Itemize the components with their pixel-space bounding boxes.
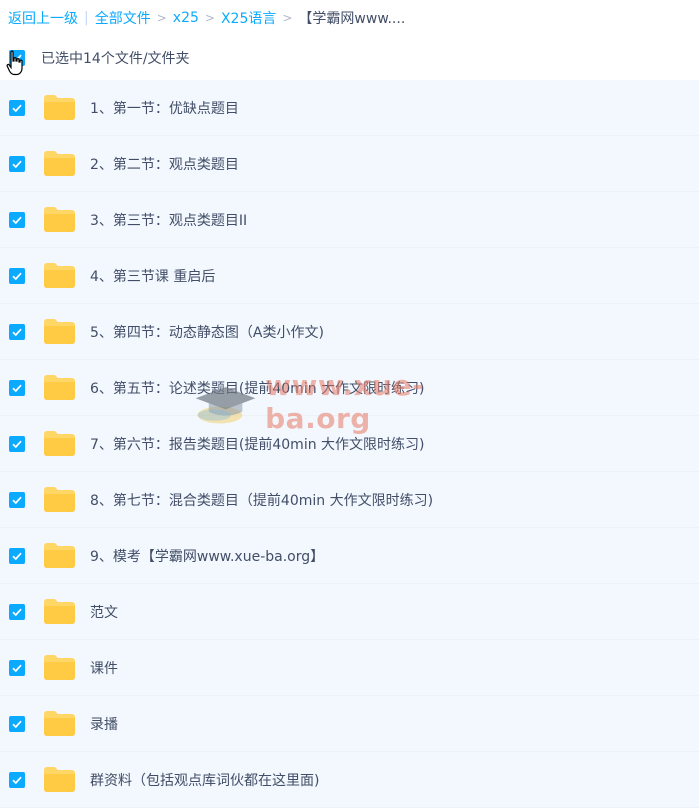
- file-row[interactable]: 6、第五节：论述类题目(提前40min 大作文限时练习): [0, 360, 699, 416]
- all-files-link[interactable]: 全部文件: [95, 8, 151, 28]
- folder-icon: [44, 95, 75, 120]
- file-row[interactable]: 2、第二节：观点类题目: [0, 136, 699, 192]
- file-name[interactable]: 范文: [90, 602, 118, 622]
- folder-icon: [44, 375, 75, 400]
- folder-icon: [44, 263, 75, 288]
- file-row[interactable]: 5、第四节：动态静态图（A类小作文): [0, 304, 699, 360]
- folder-icon: [44, 711, 75, 736]
- folder-icon: [44, 543, 75, 568]
- file-row[interactable]: 8、第七节：混合类题目（提前40min 大作文限时练习): [0, 472, 699, 528]
- file-row[interactable]: 4、第三节课 重启后: [0, 248, 699, 304]
- folder-icon: [44, 207, 75, 232]
- breadcrumb-item-x25[interactable]: x25: [173, 10, 199, 26]
- file-name[interactable]: 1、第一节：优缺点题目: [90, 98, 239, 118]
- file-row[interactable]: 7、第六节：报告类题目(提前40min 大作文限时练习): [0, 416, 699, 472]
- back-link[interactable]: 返回上一级: [8, 8, 78, 28]
- file-name[interactable]: 录播: [90, 714, 118, 734]
- folder-icon: [44, 319, 75, 344]
- file-list: 1、第一节：优缺点题目 2、第二节：观点类题目 3、第三节：观点类题目II 4、第三节…: [0, 80, 699, 808]
- chevron-right-icon: >: [156, 11, 167, 25]
- breadcrumb: 返回上一级 | 全部文件 > x25 > X25语言 > 【学霸网www....: [0, 0, 699, 36]
- check-icon: [12, 384, 22, 393]
- hand-cursor-icon: [6, 50, 23, 76]
- breadcrumb-separator: |: [84, 10, 89, 26]
- file-name[interactable]: 9、模考【学霸网www.xue-ba.org】: [90, 546, 324, 566]
- check-icon: [12, 104, 22, 113]
- file-name[interactable]: 6、第五节：论述类题目(提前40min 大作文限时练习): [90, 378, 425, 398]
- row-checkbox[interactable]: [9, 100, 25, 116]
- file-row[interactable]: 范文: [0, 584, 699, 640]
- breadcrumb-current: 【学霸网www....: [298, 11, 406, 27]
- check-icon: [12, 664, 22, 673]
- row-checkbox[interactable]: [9, 212, 25, 228]
- file-row[interactable]: 3、第三节：观点类题目II: [0, 192, 699, 248]
- file-name[interactable]: 群资料（包括观点库词伙都在这里面): [90, 770, 319, 790]
- file-name[interactable]: 课件: [90, 658, 118, 678]
- file-row[interactable]: 1、第一节：优缺点题目: [0, 80, 699, 136]
- check-icon: [12, 608, 22, 617]
- row-checkbox[interactable]: [9, 716, 25, 732]
- file-name[interactable]: 5、第四节：动态静态图（A类小作文): [90, 322, 324, 342]
- row-checkbox[interactable]: [9, 436, 25, 452]
- check-icon: [12, 160, 22, 169]
- file-row[interactable]: 群资料（包括观点库词伙都在这里面): [0, 752, 699, 808]
- row-checkbox[interactable]: [9, 492, 25, 508]
- row-checkbox[interactable]: [9, 380, 25, 396]
- file-row[interactable]: 录播: [0, 696, 699, 752]
- file-name[interactable]: 7、第六节：报告类题目(提前40min 大作文限时练习): [90, 434, 425, 454]
- row-checkbox[interactable]: [9, 548, 25, 564]
- row-checkbox[interactable]: [9, 772, 25, 788]
- row-checkbox[interactable]: [9, 604, 25, 620]
- breadcrumb-item-x25-language[interactable]: X25语言: [221, 8, 276, 28]
- file-row[interactable]: 9、模考【学霸网www.xue-ba.org】: [0, 528, 699, 584]
- selection-count: 已选中14个文件/文件夹: [41, 51, 190, 67]
- file-name[interactable]: 4、第三节课 重启后: [90, 266, 215, 286]
- selection-bar: 已选中14个文件/文件夹: [0, 36, 699, 80]
- file-name[interactable]: 8、第七节：混合类题目（提前40min 大作文限时练习): [90, 490, 433, 510]
- file-row[interactable]: 课件: [0, 640, 699, 696]
- folder-icon: [44, 599, 75, 624]
- check-icon: [12, 216, 22, 225]
- folder-icon: [44, 151, 75, 176]
- check-icon: [12, 720, 22, 729]
- file-name[interactable]: 2、第二节：观点类题目: [90, 154, 239, 174]
- file-name[interactable]: 3、第三节：观点类题目II: [90, 210, 247, 230]
- check-icon: [12, 776, 22, 785]
- row-checkbox[interactable]: [9, 268, 25, 284]
- chevron-right-icon: >: [282, 11, 293, 25]
- check-icon: [12, 552, 22, 561]
- folder-icon: [44, 431, 75, 456]
- check-icon: [12, 272, 22, 281]
- row-checkbox[interactable]: [9, 324, 25, 340]
- row-checkbox[interactable]: [9, 660, 25, 676]
- chevron-right-icon: >: [204, 11, 215, 25]
- folder-icon: [44, 767, 75, 792]
- check-icon: [12, 440, 22, 449]
- folder-icon: [44, 655, 75, 680]
- folder-icon: [44, 487, 75, 512]
- row-checkbox[interactable]: [9, 156, 25, 172]
- check-icon: [12, 496, 22, 505]
- check-icon: [12, 328, 22, 337]
